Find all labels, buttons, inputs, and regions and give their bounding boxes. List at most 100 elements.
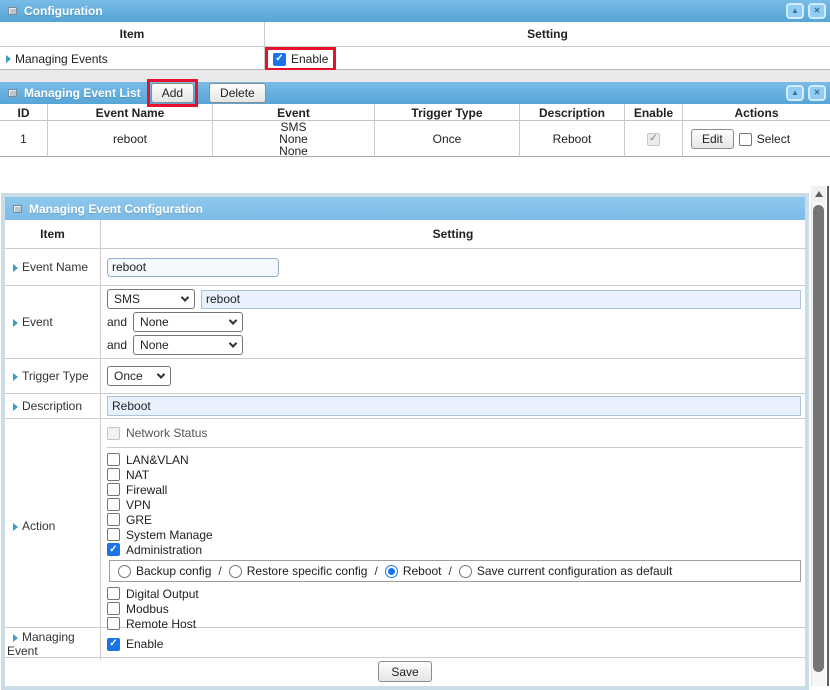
column-header-event-name: Event Name (48, 104, 213, 121)
select-checkbox[interactable] (739, 133, 752, 146)
configuration-column-header: Item Setting (0, 22, 830, 47)
scroll-up-icon (815, 191, 823, 197)
scrollbar-thumb[interactable] (813, 205, 824, 672)
panel-title: Configuration (24, 4, 103, 18)
scroll-up-button[interactable] (811, 186, 826, 202)
check-icon: ✓ (109, 639, 117, 649)
managing-events-enable-checkbox[interactable]: ✓ (273, 53, 286, 66)
checkbox-label: Firewall (126, 483, 167, 497)
checkbox-label: VPN (126, 498, 151, 512)
trigger-type-select[interactable]: Once (107, 366, 171, 386)
checkbox-label: NAT (126, 468, 149, 482)
column-header-actions: Actions (683, 104, 830, 121)
chevron-down-icon (229, 316, 237, 324)
network-status-checkbox (107, 427, 120, 440)
window-edge (827, 186, 829, 686)
window-icon (8, 89, 17, 97)
checkbox-label: Modbus (126, 602, 169, 616)
lan-vlan-checkbox[interactable] (107, 453, 120, 466)
system-manage-checkbox[interactable] (107, 528, 120, 541)
save-default-radio[interactable] (459, 565, 472, 578)
firewall-checkbox[interactable] (107, 483, 120, 496)
select-label: Select (757, 132, 790, 146)
digital-output-checkbox[interactable] (107, 587, 120, 600)
event-name-input[interactable]: reboot (107, 258, 279, 277)
add-button[interactable]: Add (151, 83, 194, 103)
close-button[interactable]: ✕ (808, 85, 826, 101)
managing-event-row: Managing Event ✓ Enable (5, 628, 805, 658)
radio-dot-icon (388, 568, 395, 575)
save-button[interactable]: Save (378, 661, 431, 682)
checkbox-label: GRE (126, 513, 152, 527)
managing-event-enable-checkbox[interactable]: ✓ (107, 638, 120, 651)
event-line: None (279, 145, 308, 157)
vpn-checkbox[interactable] (107, 498, 120, 511)
collapse-button[interactable]: ▲ (786, 3, 804, 19)
separator: / (374, 564, 377, 578)
checkbox-label: Network Status (126, 426, 207, 440)
collapse-button[interactable]: ▲ (786, 85, 804, 101)
backup-config-radio[interactable] (118, 565, 131, 578)
select-value: SMS (114, 292, 140, 306)
administration-checkbox[interactable]: ✓ (107, 543, 120, 556)
highlight-box-add: Add (147, 79, 198, 107)
managing-events-setting-cell: ✓ Enable (265, 47, 830, 71)
radio-label: Restore specific config (247, 564, 368, 578)
window-icon (13, 205, 22, 213)
arrow-bullet-icon (13, 319, 18, 327)
checkbox-label: System Manage (126, 528, 213, 542)
radio-label: Save current configuration as default (477, 564, 672, 578)
gre-checkbox[interactable] (107, 513, 120, 526)
arrow-bullet-icon (13, 523, 18, 531)
cell-id: 1 (0, 121, 48, 157)
event-and3-select[interactable]: None (133, 335, 243, 355)
event-list-row: 1 reboot SMS None None Once Reboot ✓ Edi… (0, 121, 830, 157)
edit-button[interactable]: Edit (691, 129, 734, 149)
arrow-bullet-icon (13, 634, 18, 642)
reboot-radio[interactable] (385, 565, 398, 578)
delete-button[interactable]: Delete (209, 83, 266, 103)
separator: / (449, 564, 452, 578)
managing-event-configuration-header: Managing Event Configuration (5, 197, 805, 220)
chevron-down-icon (229, 339, 237, 347)
cell-event-name: reboot (48, 121, 213, 157)
save-row: Save (5, 658, 805, 682)
description-input[interactable]: Reboot (107, 396, 801, 416)
checkbox-label: LAN&VLAN (126, 453, 189, 467)
description-row: Description Reboot (5, 394, 805, 419)
divider (107, 447, 803, 448)
panel-separator (0, 70, 830, 82)
event-sms-value-input[interactable]: reboot (201, 290, 801, 309)
chevron-down-icon (181, 293, 189, 301)
managing-event-configuration-panel: Managing Event Configuration Item Settin… (1, 193, 809, 690)
event-and2-select[interactable]: None (133, 312, 243, 332)
check-icon: ✓ (275, 54, 283, 64)
modbus-checkbox[interactable] (107, 602, 120, 615)
nat-checkbox[interactable] (107, 468, 120, 481)
window-icon (8, 7, 17, 15)
restore-specific-config-radio[interactable] (229, 565, 242, 578)
column-header-setting: Setting (101, 220, 805, 248)
event-name-row: Event Name reboot (5, 249, 805, 286)
cell-enable: ✓ (625, 121, 683, 157)
action-label-cell: Action (5, 419, 101, 633)
arrow-bullet-icon (6, 55, 11, 63)
arrow-bullet-icon (13, 264, 18, 272)
radio-label: Reboot (403, 564, 442, 578)
arrow-bullet-icon (13, 373, 18, 381)
cell-event: SMS None None (213, 121, 375, 157)
check-icon: ✓ (109, 545, 117, 555)
row-enable-checkbox: ✓ (647, 133, 660, 146)
managing-events-label: Managing Events (15, 52, 108, 66)
chevron-down-icon (157, 370, 165, 378)
and-label: and (107, 338, 127, 352)
event-label-cell: Event (5, 286, 101, 358)
cell-description: Reboot (520, 121, 625, 157)
select-value: None (140, 315, 169, 329)
event-type-select[interactable]: SMS (107, 289, 195, 309)
and-label: and (107, 315, 127, 329)
action-label: Action (22, 519, 55, 533)
radio-label: Backup config (136, 564, 211, 578)
column-header-item: Item (5, 220, 101, 248)
close-button[interactable]: ✕ (808, 3, 826, 19)
